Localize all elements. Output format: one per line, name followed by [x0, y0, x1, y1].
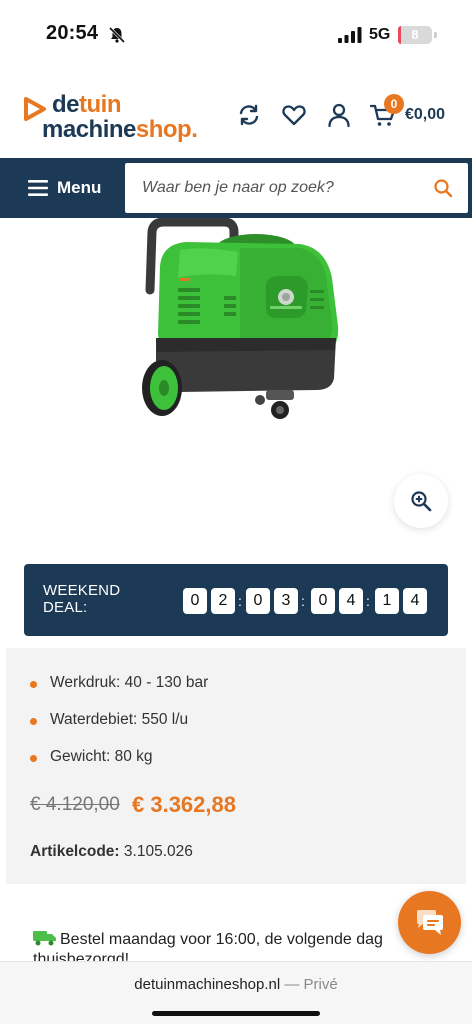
wishlist-heart-icon[interactable]	[281, 102, 307, 128]
battery-tip	[434, 32, 437, 38]
zoom-button[interactable]	[394, 474, 448, 528]
countdown-digit: 0	[311, 588, 335, 614]
countdown-digit: 4	[403, 588, 427, 614]
browser-url: detuinmachineshop.nl	[134, 976, 281, 993]
hamburger-icon	[28, 180, 48, 196]
spec-text: Gewicht: 80 kg	[50, 748, 153, 765]
countdown-digit: 3	[274, 588, 298, 614]
chat-bubbles-icon	[417, 910, 443, 935]
chat-button[interactable]	[398, 891, 461, 954]
site-header: detuin machineshop. 0 €0,00	[0, 80, 472, 155]
weekend-deal-banner: WEEKEND DEAL: 0 2 : 0 3 : 0 4 : 1 4	[24, 564, 448, 636]
nav-bar: Menu	[0, 158, 472, 218]
product-specs-panel: Werkdruk: 40 - 130 bar Waterdebiet: 550 …	[6, 648, 466, 884]
spec-text: Werkdruk: 40 - 130 bar	[50, 674, 209, 691]
browser-private-label: — Privé	[284, 976, 338, 993]
product-image-pressure-washer[interactable]	[120, 218, 350, 428]
search-icon[interactable]	[433, 178, 453, 198]
bullet-icon	[30, 681, 37, 688]
logo-line2: machineshop.	[42, 116, 198, 143]
price-new: € 3.362,88	[132, 792, 236, 817]
network-label: 5G	[369, 26, 391, 43]
search-box	[125, 163, 468, 213]
countdown-digit: 1	[375, 588, 399, 614]
signal-icon	[338, 27, 362, 43]
spec-text: Waterdebiet: 550 l/u	[50, 711, 189, 728]
status-bar: 20:54 5G 8	[0, 0, 472, 70]
account-user-icon[interactable]	[326, 102, 352, 128]
cart-total[interactable]: €0,00	[405, 106, 445, 124]
deal-label: WEEKEND DEAL:	[43, 582, 121, 616]
zoom-in-icon	[411, 491, 432, 512]
browser-url-bar[interactable]: detuinmachineshop.nl — Privé	[0, 976, 472, 993]
price-old: € 4.120,00	[30, 794, 120, 815]
countdown-separator: :	[366, 593, 370, 609]
article-code: Artikelcode: 3.105.026	[30, 843, 193, 861]
bell-muted-icon	[108, 26, 126, 44]
logo[interactable]: detuin machineshop.	[22, 88, 222, 146]
search-input[interactable]	[125, 163, 425, 213]
countdown-separator: :	[301, 593, 305, 609]
menu-label: Menu	[57, 178, 102, 197]
article-code-label: Artikelcode:	[30, 843, 120, 860]
battery-icon: 8	[398, 26, 432, 44]
article-code-value: 3.105.026	[123, 843, 193, 860]
status-time: 20:54	[46, 22, 99, 44]
battery-level: 8	[411, 27, 419, 42]
countdown-digit: 0	[183, 588, 207, 614]
cart-count-badge: 0	[384, 94, 404, 114]
bullet-icon	[30, 755, 37, 762]
truck-icon	[33, 931, 56, 946]
countdown-digit: 4	[339, 588, 363, 614]
countdown-separator: :	[238, 593, 242, 609]
browser-bottom-bar: detuinmachineshop.nl — Privé	[0, 961, 472, 1024]
menu-button[interactable]: Menu	[0, 158, 122, 218]
compare-refresh-icon[interactable]	[236, 102, 262, 128]
home-indicator[interactable]	[152, 1011, 320, 1016]
bullet-icon	[30, 718, 37, 725]
countdown-digit: 2	[211, 588, 235, 614]
countdown-digit: 0	[246, 588, 270, 614]
